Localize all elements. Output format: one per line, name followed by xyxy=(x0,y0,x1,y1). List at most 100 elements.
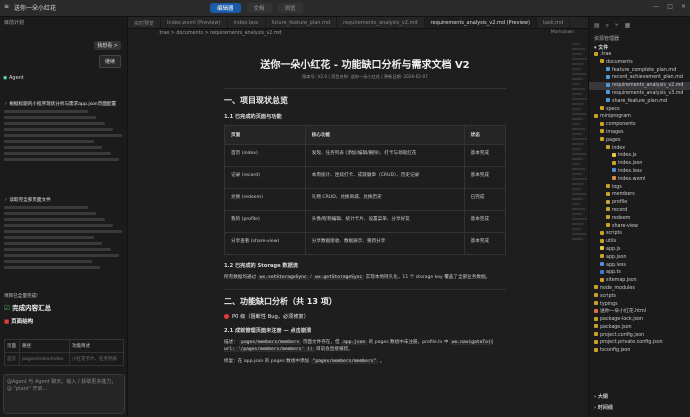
editor-tab[interactable]: requirements_analysis_v2.md xyxy=(337,17,425,28)
minimap-line xyxy=(572,183,584,185)
tree-item[interactable]: index xyxy=(589,145,690,153)
tree-item[interactable]: members xyxy=(589,191,690,199)
tree-item[interactable]: share_feature_plan.md xyxy=(589,98,690,106)
folder-icon xyxy=(606,207,610,212)
tree-item[interactable]: requirements_analysis_v2.md xyxy=(589,82,690,90)
text-line xyxy=(4,116,97,119)
tree-item[interactable]: .trae xyxy=(589,51,690,59)
tree-item[interactable]: package-lock.json xyxy=(589,316,690,324)
tree-item-label: record_achievement_plan.md xyxy=(612,75,683,81)
tree-item[interactable]: pages xyxy=(589,137,690,145)
tree-item[interactable]: utils xyxy=(589,238,690,246)
tree-item[interactable]: app.less xyxy=(589,262,690,270)
tree-item[interactable]: profile xyxy=(589,199,690,207)
tree-item[interactable]: tsconfig.json xyxy=(589,347,690,355)
files-section-header[interactable]: ▾ 文件 xyxy=(589,43,690,51)
tree-item[interactable]: typings xyxy=(589,301,690,309)
timeline-section[interactable]: › 时间线 xyxy=(594,404,613,411)
minimap-line xyxy=(572,53,582,55)
tree-item-label: members xyxy=(612,192,635,198)
tree-item[interactable]: components xyxy=(589,121,690,129)
file-icon xyxy=(594,332,598,337)
tree-item[interactable]: 送你一朵小红花.html xyxy=(589,308,690,316)
tree-item[interactable]: scripts xyxy=(589,293,690,301)
tree-item[interactable]: miniprogram xyxy=(589,113,690,121)
table-cell: 兑换 (redeem) xyxy=(224,188,306,211)
agent-step-1[interactable]: ✓ 根据标题的小程序现状分析与需求app.json页面配置 xyxy=(4,101,124,164)
minimap-line xyxy=(572,143,584,145)
tree-item-label: profile xyxy=(612,200,628,206)
tree-item[interactable]: sitemap.json xyxy=(589,277,690,285)
tree-item[interactable]: index.less xyxy=(589,168,690,176)
editor-tab[interactable]: task.md xyxy=(537,17,571,28)
minimap-line xyxy=(572,73,586,75)
tree-item[interactable]: scripts xyxy=(589,230,690,238)
tree-item[interactable]: record_achievement_plan.md xyxy=(589,74,690,82)
mode-tab[interactable]: 浏览 xyxy=(277,3,303,13)
tree-item[interactable]: project.private.config.json xyxy=(589,339,690,347)
minimap-line xyxy=(572,78,583,80)
menu-icon[interactable]: ≡ xyxy=(4,3,9,12)
tree-item[interactable]: record xyxy=(589,207,690,215)
table-row: 首页 (index) 发现、任务列表 (添加/编辑/删除)、打卡与领取红花 基本完成 xyxy=(224,144,507,167)
table-row: 页面 路径 功能简述 xyxy=(3,339,124,353)
tree-item[interactable]: redeem xyxy=(589,215,690,223)
editor-tab[interactable]: index.wxml (Preview) xyxy=(161,17,228,28)
file-icon xyxy=(612,160,616,165)
minimap-line xyxy=(572,233,586,235)
mode-tab[interactable]: 编辑器 xyxy=(210,3,241,13)
tree-item[interactable]: app.js xyxy=(589,246,690,254)
file-icon xyxy=(612,176,616,181)
tree-item[interactable]: share-view xyxy=(589,223,690,231)
source-control-icon[interactable]: ⑂ xyxy=(615,22,619,30)
file-icon xyxy=(606,82,610,87)
folder-icon xyxy=(606,191,610,196)
maximize-icon[interactable]: □ xyxy=(667,3,673,10)
tree-item[interactable]: index.json xyxy=(589,160,690,168)
continue-button[interactable]: 继续 xyxy=(98,55,121,68)
tree-item[interactable]: node_modules xyxy=(589,285,690,293)
tree-item[interactable]: app.ts xyxy=(589,269,690,277)
tree-item[interactable]: documents xyxy=(589,59,690,67)
tree-item[interactable]: app.json xyxy=(589,254,690,262)
close-icon[interactable]: × xyxy=(681,3,686,10)
table-cell: 首页 (index) xyxy=(224,144,306,167)
search-icon[interactable]: ⌕ xyxy=(606,22,609,30)
table-cell: 我的 (profile) xyxy=(224,210,306,233)
tree-item[interactable]: feature_complete_plan.md xyxy=(589,67,690,75)
context-chip[interactable]: 我想看 > xyxy=(94,41,121,50)
done-sub: 页面结构 xyxy=(11,319,34,325)
file-icon xyxy=(606,74,610,79)
tree-item[interactable]: logs xyxy=(589,184,690,192)
folder-icon xyxy=(600,238,604,243)
tree-item-label: package-lock.json xyxy=(600,317,643,323)
agent-step-2[interactable]: ✓ 读取完全部页面文件 xyxy=(4,197,124,272)
file-icon xyxy=(594,347,598,352)
chat-input[interactable]: @Agent 与 Agent 聊天，输入 / 获取更多能力，@ "plant" … xyxy=(3,374,125,414)
minimize-icon[interactable]: — xyxy=(653,3,659,10)
mode-tab[interactable]: 文档 xyxy=(246,3,272,13)
files-icon[interactable]: ▤ xyxy=(594,22,600,30)
tree-item-label: components xyxy=(606,122,636,128)
outline-section[interactable]: › 大纲 xyxy=(594,393,608,400)
minimap-line xyxy=(572,218,587,220)
tree-item[interactable]: specs xyxy=(589,106,690,114)
tree-item[interactable]: index.wxml xyxy=(589,176,690,184)
tree-item[interactable]: package.json xyxy=(589,324,690,332)
editor-tab[interactable]: future_feature_plan.md xyxy=(266,17,338,28)
editor-tab[interactable]: index.less xyxy=(228,17,266,28)
tree-item[interactable]: images xyxy=(589,129,690,137)
tree-item-label: logs xyxy=(612,184,622,190)
folder-icon xyxy=(606,215,610,220)
tree-item[interactable]: index.js xyxy=(589,152,690,160)
minimap-line xyxy=(572,228,581,230)
extensions-icon[interactable]: ▦ xyxy=(625,22,631,30)
editor-tab[interactable]: 实时预览 xyxy=(128,17,162,28)
language-mode[interactable]: Markdown xyxy=(551,30,574,35)
editor-tab[interactable]: requirements_analysis_v2.md (Preview) xyxy=(424,17,537,28)
minimap-line xyxy=(572,93,582,95)
tree-item[interactable]: project.config.json xyxy=(589,332,690,340)
tree-item-label: miniprogram xyxy=(600,114,631,120)
minimap[interactable] xyxy=(570,40,588,417)
tree-item[interactable]: requirements_analysis_v3.md xyxy=(589,90,690,98)
